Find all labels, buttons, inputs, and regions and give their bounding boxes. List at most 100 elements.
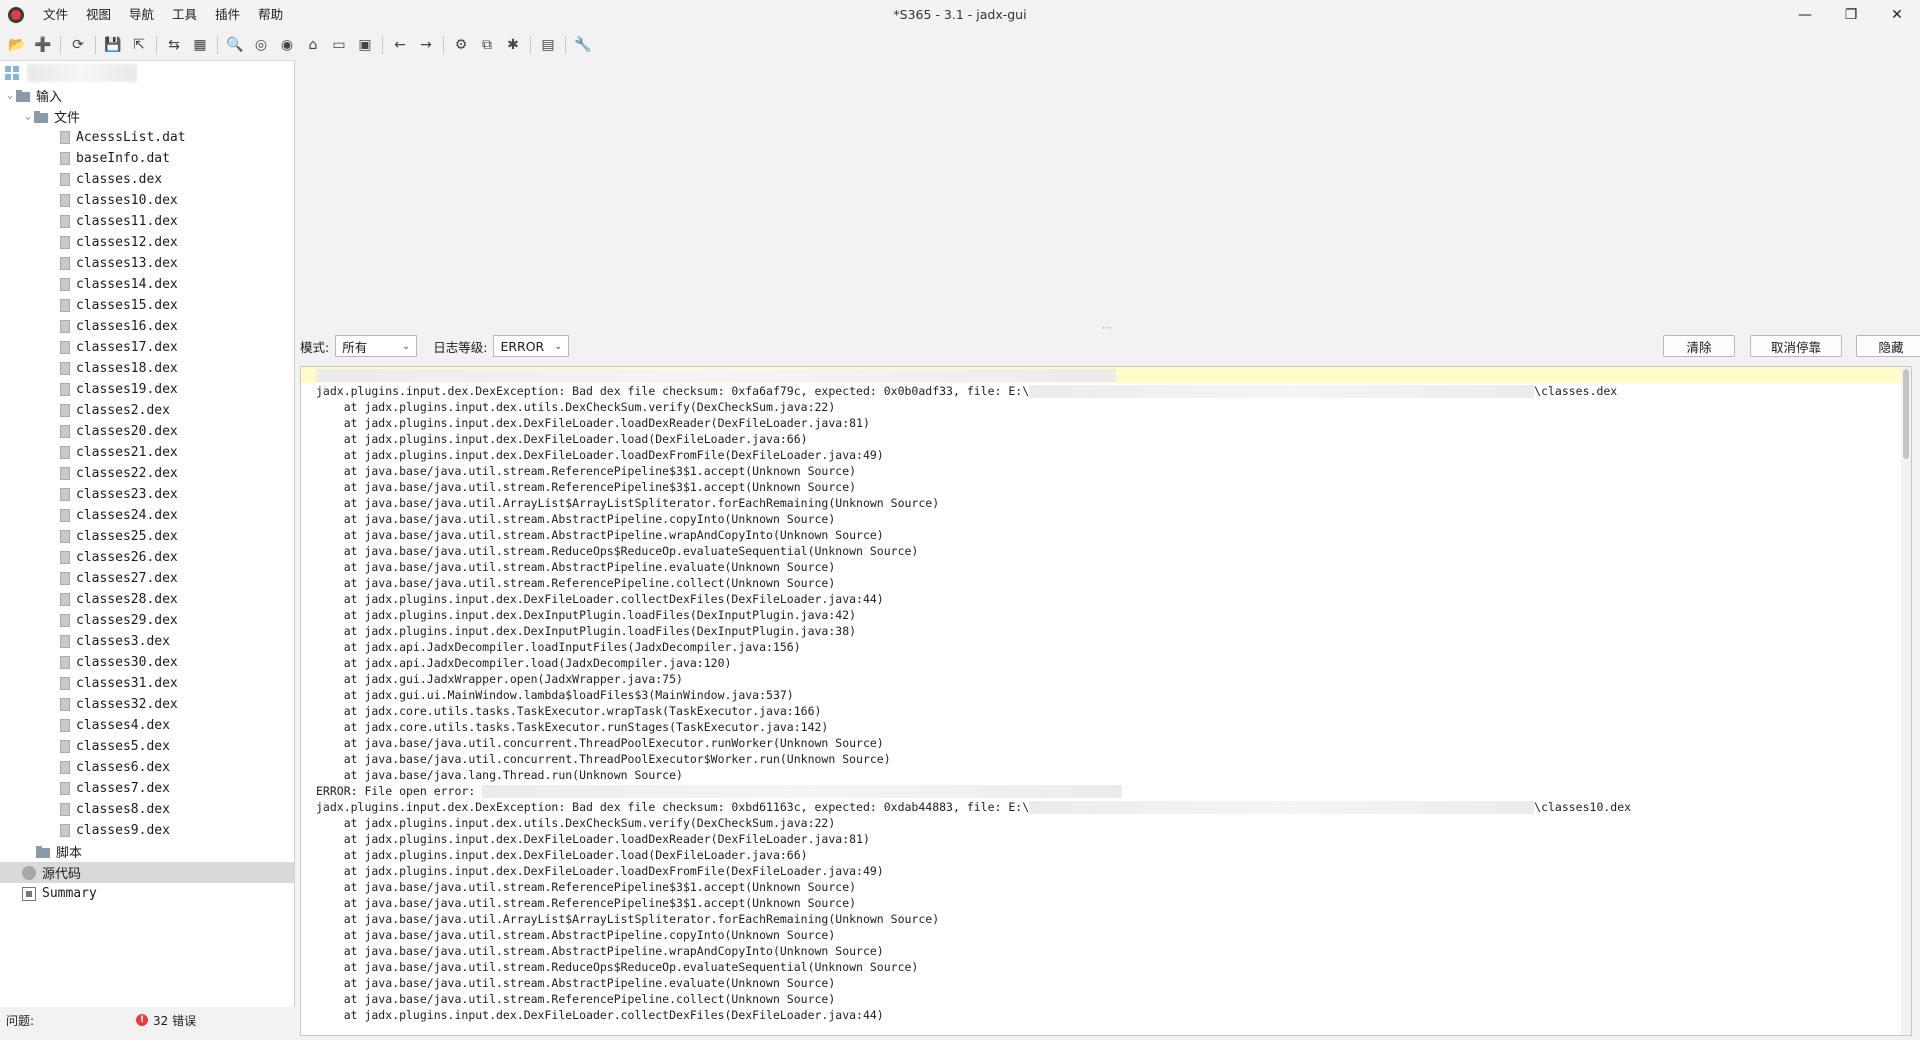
tree-file-item[interactable]: classes10.dex: [0, 190, 294, 211]
menu-help[interactable]: 帮助: [249, 0, 292, 30]
project-tree[interactable]: ⌄ 输入 ⌄ 文件 AcesssList.dat baseInfo.dat clas…: [0, 60, 295, 1007]
log-line: at jadx.plugins.input.dex.DexInputPlugin…: [301, 607, 1911, 623]
menu-bar: 文件 视图 导航 工具 插件 帮助: [34, 0, 292, 30]
tree-node-input[interactable]: ⌄ 输入: [0, 85, 294, 106]
tree-file-label: classes30.dex: [76, 655, 178, 670]
tree-file-item[interactable]: classes15.dex: [0, 295, 294, 316]
save-all-icon[interactable]: 💾: [102, 34, 124, 56]
tree-file-label: classes5.dex: [76, 739, 170, 754]
reload-icon[interactable]: ⟳: [67, 34, 89, 56]
log-scrollbar[interactable]: [1901, 367, 1911, 1035]
log-level-select[interactable]: ERROR ⌄: [493, 335, 570, 357]
tree-file-item[interactable]: classes11.dex: [0, 211, 294, 232]
tree-node-summary[interactable]: Summary: [0, 883, 294, 904]
menu-view[interactable]: 视图: [77, 0, 120, 30]
home-icon[interactable]: ⌂: [302, 34, 324, 56]
tree-file-item[interactable]: classes19.dex: [0, 379, 294, 400]
tree-file-item[interactable]: classes26.dex: [0, 547, 294, 568]
minimize-button[interactable]: —: [1782, 0, 1828, 30]
log-viewer-icon[interactable]: ▭: [328, 34, 350, 56]
tree-file-item[interactable]: classes21.dex: [0, 442, 294, 463]
tree-node-scripts[interactable]: 脚本: [0, 841, 294, 862]
back-icon[interactable]: ←: [389, 34, 411, 56]
tree-file-item[interactable]: classes25.dex: [0, 526, 294, 547]
file-icon: [60, 530, 70, 543]
tree-file-item[interactable]: classes8.dex: [0, 799, 294, 820]
tree-file-label: classes4.dex: [76, 718, 170, 733]
tree-file-item[interactable]: classes.dex: [0, 169, 294, 190]
menu-file[interactable]: 文件: [34, 0, 77, 30]
find-usage-icon[interactable]: ◎: [250, 34, 272, 56]
close-button[interactable]: ✕: [1874, 0, 1920, 30]
tree-file-item[interactable]: classes3.dex: [0, 631, 294, 652]
tree-file-item[interactable]: classes14.dex: [0, 274, 294, 295]
add-files-icon[interactable]: ➕: [32, 34, 54, 56]
debugger-icon[interactable]: ✱: [502, 34, 524, 56]
tree-file-item[interactable]: classes13.dex: [0, 253, 294, 274]
open-folder-icon[interactable]: 📂: [6, 34, 28, 56]
tree-file-item[interactable]: classes24.dex: [0, 505, 294, 526]
chevron-down-icon[interactable]: ⌄: [4, 90, 16, 101]
tree-node-source-code[interactable]: 源代码: [0, 862, 294, 883]
plugin-icon[interactable]: ▣: [354, 34, 376, 56]
tree-file-item[interactable]: classes32.dex: [0, 694, 294, 715]
menu-navigation[interactable]: 导航: [120, 0, 163, 30]
sync-icon[interactable]: ⇆: [163, 34, 185, 56]
log-line: at jadx.plugins.input.dex.DexFileLoader.…: [301, 591, 1911, 607]
tree-file-item[interactable]: classes4.dex: [0, 715, 294, 736]
tree-file-item[interactable]: classes12.dex: [0, 232, 294, 253]
tree-file-item[interactable]: classes20.dex: [0, 421, 294, 442]
menu-plugins[interactable]: 插件: [206, 0, 249, 30]
quick-tabs-icon[interactable]: ⧉: [476, 34, 498, 56]
tree-file-item[interactable]: classes16.dex: [0, 316, 294, 337]
log-icon[interactable]: ▤: [537, 34, 559, 56]
tree-file-item[interactable]: classes31.dex: [0, 673, 294, 694]
tree-file-item[interactable]: classes29.dex: [0, 610, 294, 631]
tree-file-item[interactable]: classes28.dex: [0, 589, 294, 610]
log-line-text: at jadx.plugins.input.dex.DexFileLoader.…: [316, 1008, 884, 1022]
tree-file-item[interactable]: classes7.dex: [0, 778, 294, 799]
log-line-text: at jadx.core.utils.tasks.TaskExecutor.wr…: [316, 704, 822, 718]
redacted-path: [1029, 385, 1535, 398]
tree-file-item[interactable]: classes18.dex: [0, 358, 294, 379]
log-line-text: at jadx.plugins.input.dex.utils.DexCheck…: [316, 400, 836, 414]
tree-file-item[interactable]: classes27.dex: [0, 568, 294, 589]
log-scrollbar-thumb[interactable]: [1903, 369, 1909, 459]
tree-node-label: 源代码: [42, 867, 82, 882]
tree-file-item[interactable]: classes6.dex: [0, 757, 294, 778]
error-count[interactable]: 32 错误: [153, 1012, 196, 1029]
flatten-packages-icon[interactable]: ▦: [189, 34, 211, 56]
search-class-icon[interactable]: ◉: [276, 34, 298, 56]
tree-file-item[interactable]: classes2.dex: [0, 400, 294, 421]
tree-file-item[interactable]: AcesssList.dat: [0, 127, 294, 148]
log-line-suffix: \classes.dex: [1534, 384, 1618, 398]
clear-button[interactable]: 清除: [1663, 335, 1735, 357]
tree-file-item[interactable]: classes17.dex: [0, 337, 294, 358]
mode-select[interactable]: 所有 ⌄: [335, 335, 418, 357]
log-output[interactable]: jadx.plugins.input.dex.DexException: Bad…: [300, 366, 1912, 1036]
log-line-text: at java.base/java.lang.Thread.run(Unknow…: [316, 768, 683, 782]
preferences-icon[interactable]: 🔧: [572, 34, 594, 56]
restore-button[interactable]: ❐: [1828, 0, 1874, 30]
folder-icon: [34, 109, 48, 124]
export-icon[interactable]: ⇱: [128, 34, 150, 56]
chevron-down-icon[interactable]: ⌄: [22, 111, 34, 122]
tree-file-item[interactable]: classes30.dex: [0, 652, 294, 673]
deobfuscation-icon[interactable]: ⚙: [450, 34, 472, 56]
tree-view-icon[interactable]: [5, 66, 19, 80]
tree-file-item[interactable]: classes9.dex: [0, 820, 294, 841]
log-line: at java.base/java.util.ArrayList$ArrayLi…: [301, 911, 1911, 927]
tree-file-item[interactable]: classes22.dex: [0, 463, 294, 484]
log-line: at java.base/java.util.stream.AbstractPi…: [301, 943, 1911, 959]
log-line-text: at jadx.core.utils.tasks.TaskExecutor.ru…: [316, 720, 829, 734]
forward-icon[interactable]: →: [415, 34, 437, 56]
search-icon[interactable]: 🔍: [224, 34, 246, 56]
tree-file-item[interactable]: baseInfo.dat: [0, 148, 294, 169]
issues-label: 问题:: [6, 1013, 35, 1028]
tree-file-item[interactable]: classes5.dex: [0, 736, 294, 757]
tree-node-files[interactable]: ⌄ 文件: [0, 106, 294, 127]
undock-button[interactable]: 取消停靠: [1750, 335, 1842, 357]
hide-button[interactable]: 隐藏: [1856, 335, 1920, 357]
menu-tools[interactable]: 工具: [163, 0, 206, 30]
tree-file-item[interactable]: classes23.dex: [0, 484, 294, 505]
